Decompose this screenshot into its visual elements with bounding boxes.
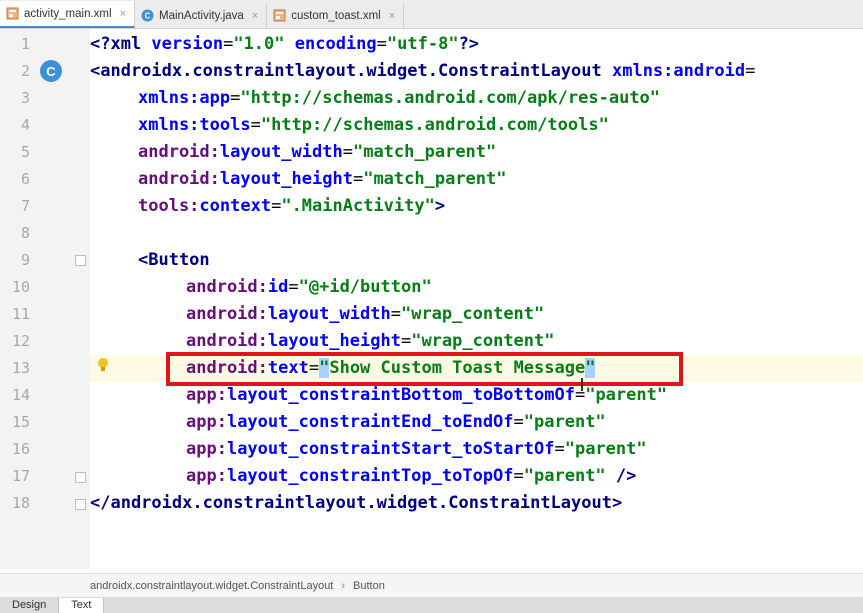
code-text: <androidx.constraintlayout.widget.Constr…: [90, 61, 756, 81]
code-line: 18 </androidx.constraintlayout.widget.Co…: [0, 490, 863, 517]
code-line: 3 xmlns:app="http://schemas.android.com/…: [0, 85, 863, 112]
code-line: 4 xmlns:tools="http://schemas.android.co…: [0, 112, 863, 139]
close-icon[interactable]: ×: [120, 8, 126, 20]
svg-text:C: C: [145, 12, 151, 21]
line-number: 18: [11, 494, 30, 512]
bottom-tab-bar: Design Text: [0, 597, 863, 613]
close-icon[interactable]: ×: [252, 10, 258, 22]
line-number: 11: [11, 305, 30, 323]
line-number: 9: [20, 251, 30, 269]
line-number: 4: [20, 116, 30, 134]
code-text: android:layout_height="wrap_content": [186, 331, 555, 351]
line-number: 10: [11, 278, 30, 296]
class-c-icon: C: [141, 9, 154, 22]
code-text: xmlns:app="http://schemas.android.com/ap…: [138, 88, 661, 108]
code-line: 15 app:layout_constraintEnd_toEndOf="par…: [0, 409, 863, 436]
code-text: app:layout_constraintBottom_toBottomOf="…: [186, 385, 668, 405]
line-number: 6: [20, 170, 30, 188]
tab-label: MainActivity.java: [159, 9, 244, 22]
code-text: android:layout_width="match_parent": [138, 142, 497, 162]
code-text: android:layout_width="wrap_content": [186, 304, 545, 324]
code-line: 10 android:id="@+id/button": [0, 274, 863, 301]
code-line: 6 android:layout_height="match_parent": [0, 166, 863, 193]
line-number: 2: [20, 62, 30, 80]
code-text: app:layout_constraintTop_toTopOf="parent…: [186, 466, 637, 486]
code-text: </androidx.constraintlayout.widget.Const…: [90, 493, 623, 513]
xml-layout-icon: [273, 9, 286, 22]
editor-tab-bar: activity_main.xml × C MainActivity.java …: [0, 0, 863, 29]
tab-label: activity_main.xml: [24, 7, 112, 20]
code-line: 17 app:layout_constraintTop_toTopOf="par…: [0, 463, 863, 490]
code-line: 7 tools:context=".MainActivity">: [0, 193, 863, 220]
mouse-cursor-icon: [581, 378, 583, 391]
breadcrumb: androidx.constraintlayout.widget.Constra…: [0, 573, 863, 597]
line-number: 5: [20, 143, 30, 161]
code-line: 11 android:layout_width="wrap_content": [0, 301, 863, 328]
code-line: 14 app:layout_constraintBottom_toBottomO…: [0, 382, 863, 409]
line-number: 13: [11, 359, 30, 377]
line-number: 17: [11, 467, 30, 485]
xml-layout-icon: [6, 7, 19, 20]
code-text: app:layout_constraintEnd_toEndOf="parent…: [186, 412, 606, 432]
tab-text[interactable]: Text: [59, 598, 105, 613]
code-text: android:layout_height="match_parent": [138, 169, 507, 189]
code-line: 12 android:layout_height="wrap_content": [0, 328, 863, 355]
line-number: 3: [20, 89, 30, 107]
line-number: 8: [20, 224, 30, 242]
line-number: 16: [11, 440, 30, 458]
line-number: 12: [11, 332, 30, 350]
code-text: <?xml version="1.0" encoding="utf-8"?>: [90, 34, 480, 54]
code-text: android:id="@+id/button": [186, 277, 432, 297]
code-line: 9 <Button: [0, 247, 863, 274]
code-line: 2 <androidx.constraintlayout.widget.Cons…: [0, 58, 863, 85]
line-number: 15: [11, 413, 30, 431]
line-number: 1: [20, 35, 30, 53]
line-number: 14: [11, 386, 30, 404]
code-text: tools:context=".MainActivity">: [138, 196, 446, 216]
tab-activity-main-xml[interactable]: activity_main.xml ×: [0, 1, 135, 28]
code-text: <Button: [138, 250, 210, 270]
code-line: 16 app:layout_constraintStart_toStartOf=…: [0, 436, 863, 463]
highlight-annotation-box: [166, 352, 683, 386]
line-number: 7: [20, 197, 30, 215]
breadcrumb-item-constraintlayout[interactable]: androidx.constraintlayout.widget.Constra…: [90, 580, 333, 592]
code-line: 1 <?xml version="1.0" encoding="utf-8"?>: [0, 31, 863, 58]
close-icon[interactable]: ×: [389, 10, 395, 22]
breadcrumb-item-button[interactable]: Button: [353, 580, 385, 592]
tab-custom-toast-xml[interactable]: custom_toast.xml ×: [267, 3, 405, 28]
code-text: xmlns:tools="http://schemas.android.com/…: [138, 115, 609, 135]
tab-main-activity-java[interactable]: C MainActivity.java ×: [135, 3, 268, 28]
breadcrumb-separator: ›: [341, 579, 346, 592]
code-line: 8: [0, 220, 863, 247]
code-text: app:layout_constraintStart_toStartOf="pa…: [186, 439, 647, 459]
tab-design[interactable]: Design: [0, 598, 60, 613]
tab-label: custom_toast.xml: [291, 9, 381, 22]
code-line: 5 android:layout_width="match_parent": [0, 139, 863, 166]
